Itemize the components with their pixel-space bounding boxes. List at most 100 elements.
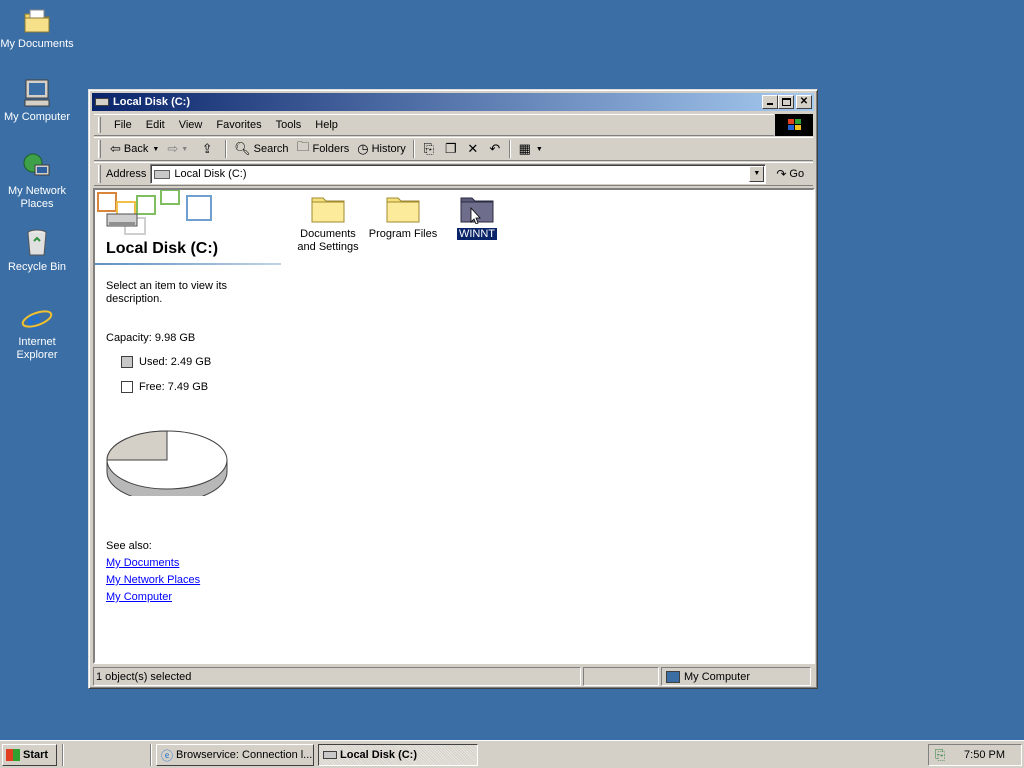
start-button[interactable]: Start xyxy=(2,744,57,766)
chevron-down-icon: ▼ xyxy=(181,145,189,153)
free-legend: Free: 7.49 GB xyxy=(121,381,208,393)
taskbar: Start ⓔ Browservice: Connection l... Loc… xyxy=(0,740,1024,768)
menu-bar: File Edit View Favorites Tools Help xyxy=(94,114,774,136)
title-bar[interactable]: Local Disk (C:) ✕ xyxy=(92,93,814,111)
network-places-icon xyxy=(21,151,53,183)
network-tray-icon[interactable]: ⎘ xyxy=(935,747,945,763)
status-bar: 1 object(s) selected My Computer xyxy=(93,667,814,686)
drive-icon xyxy=(323,751,337,759)
desktop-icon-label: My Network Places xyxy=(7,185,67,210)
window-title: Local Disk (C:) xyxy=(113,96,191,108)
desktop-icon-internet-explorer[interactable]: e Internet Explorer xyxy=(0,302,74,362)
webview-banner: Local Disk (C:) xyxy=(95,190,281,266)
menu-tools[interactable]: Tools xyxy=(269,117,309,133)
history-icon: ◷ xyxy=(357,141,369,156)
folder-label: Documents and Settings xyxy=(297,228,359,253)
address-bar: Address Local Disk (C:) ▼ ↷ Go xyxy=(94,162,813,186)
back-arrow-icon: ⇦ xyxy=(110,141,121,156)
back-label: Back xyxy=(123,143,149,155)
desktop-icon-my-network-places[interactable]: My Network Places xyxy=(0,151,74,211)
link-my-network-places[interactable]: My Network Places xyxy=(106,574,200,586)
delete-icon[interactable]: ✕ xyxy=(465,141,481,157)
folder-content: Local Disk (C:) Select an item to view i… xyxy=(93,188,815,664)
menu-help[interactable]: Help xyxy=(308,117,345,133)
search-button[interactable]: 🔍︎ Search xyxy=(230,139,292,159)
address-input[interactable]: Local Disk (C:) ▼ xyxy=(150,164,767,184)
go-button[interactable]: ↷ Go xyxy=(776,167,804,181)
folders-label: Folders xyxy=(312,143,350,155)
status-selection: 1 object(s) selected xyxy=(93,667,581,686)
address-value: Local Disk (C:) xyxy=(174,168,247,180)
recycle-bin-icon xyxy=(21,227,53,259)
menu-edit[interactable]: Edit xyxy=(139,117,172,133)
free-swatch xyxy=(121,381,133,393)
task-button-browservice[interactable]: ⓔ Browservice: Connection l... xyxy=(156,744,314,766)
browser-icon: ⓔ xyxy=(161,748,174,763)
disk-usage-pie xyxy=(106,430,228,496)
status-zone: My Computer xyxy=(661,667,811,686)
task-label: Browservice: Connection l... xyxy=(176,749,313,761)
computer-icon xyxy=(666,670,680,683)
windows-flag-icon xyxy=(6,749,20,761)
folder-icon xyxy=(386,194,420,224)
go-label: Go xyxy=(789,168,805,180)
folder-label-selected: WINNT xyxy=(456,228,498,240)
menu-file[interactable]: File xyxy=(107,117,139,133)
undo-icon[interactable]: ↶ xyxy=(487,141,503,157)
go-arrow-icon: ↷ xyxy=(776,167,787,181)
move-to-icon[interactable]: ⎘ xyxy=(421,141,437,157)
capacity-text: Capacity: 9.98 GB xyxy=(106,332,196,344)
menu-favorites[interactable]: Favorites xyxy=(209,117,268,133)
desktop-icon-label: My Documents xyxy=(0,38,74,50)
standard-toolbar: ⇦ Back ▼ ⇨ ▼ ⇪ 🔍︎ Search 🗀 Folders ◷ His… xyxy=(94,137,813,161)
svg-text:e: e xyxy=(27,303,40,334)
folder-icon xyxy=(460,194,494,225)
folder-item-winnt[interactable]: WINNT xyxy=(439,194,515,241)
clock[interactable]: 7:50 PM xyxy=(964,749,1005,761)
folder-icon xyxy=(311,194,345,224)
folders-button[interactable]: 🗀 Folders xyxy=(293,139,354,159)
computer-icon xyxy=(21,77,53,109)
copy-to-icon[interactable]: ❐ xyxy=(443,141,459,157)
description-text: Select an item to view its description. xyxy=(106,280,228,305)
status-zone-label: My Computer xyxy=(684,670,751,683)
used-slice xyxy=(106,430,168,461)
maximize-button[interactable] xyxy=(778,95,794,109)
see-also-label: See also: xyxy=(106,540,152,552)
desktop-icon-label: Internet Explorer xyxy=(16,336,58,361)
minimize-button[interactable] xyxy=(762,95,778,109)
folder-item-program-files[interactable]: Program Files xyxy=(365,194,441,241)
menu-view[interactable]: View xyxy=(172,117,210,133)
close-button[interactable]: ✕ xyxy=(796,95,812,109)
chevron-down-icon: ▼ xyxy=(152,145,160,153)
desktop-icon-label: Recycle Bin xyxy=(7,261,67,273)
drive-icon xyxy=(95,98,109,106)
views-icon[interactable]: ▦ xyxy=(517,141,533,157)
history-label: History xyxy=(371,143,406,155)
up-folder-icon: ⇪ xyxy=(201,141,213,156)
desktop-icon-label: My Computer xyxy=(3,111,71,123)
task-label: Local Disk (C:) xyxy=(340,749,418,761)
search-icon: 🔍︎ xyxy=(234,141,251,156)
status-empty xyxy=(583,667,659,686)
chevron-down-icon[interactable]: ▼ xyxy=(536,146,543,153)
folder-documents-icon xyxy=(21,4,53,36)
address-dropdown-button[interactable]: ▼ xyxy=(749,166,765,182)
task-button-local-disk[interactable]: Local Disk (C:) xyxy=(318,744,478,766)
forward-button[interactable]: ⇨ ▼ xyxy=(163,139,192,159)
folder-item-documents-and-settings[interactable]: Documents and Settings xyxy=(290,194,366,254)
link-my-documents[interactable]: My Documents xyxy=(106,557,179,569)
drive-icon xyxy=(154,169,171,179)
desktop-icon-recycle-bin[interactable]: Recycle Bin xyxy=(0,227,74,274)
history-button[interactable]: ◷ History xyxy=(353,139,410,159)
system-tray: ⎘ 7:50 PM xyxy=(928,744,1022,766)
link-my-computer[interactable]: My Computer xyxy=(106,591,172,603)
back-button[interactable]: ⇦ Back ▼ xyxy=(106,139,163,159)
desktop-icon-my-documents[interactable]: My Documents xyxy=(0,4,74,51)
windows-logo-icon xyxy=(775,114,813,136)
folders-icon: 🗀 xyxy=(296,139,310,154)
desktop-icon-my-computer[interactable]: My Computer xyxy=(0,77,74,124)
up-folder-button[interactable]: ⇪ xyxy=(192,139,222,159)
used-legend: Used: 2.49 GB xyxy=(121,356,211,368)
folder-label: Program Files xyxy=(368,228,438,240)
